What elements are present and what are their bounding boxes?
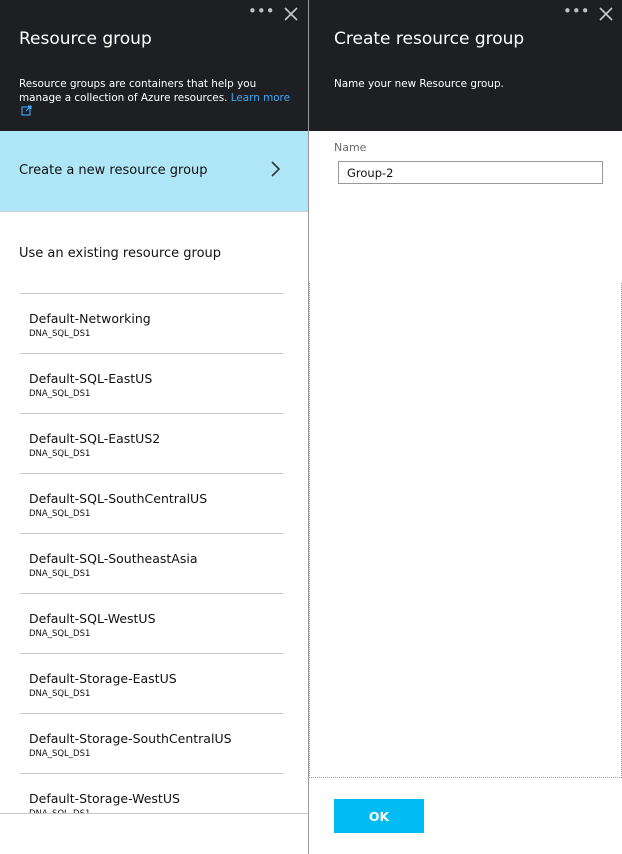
blade-description: Name your new Resource group. xyxy=(334,78,504,90)
resource-group-name-input[interactable] xyxy=(338,161,603,184)
resource-group-subscription: DNA_SQL_DS1 xyxy=(29,509,91,519)
resource-group-list: Default-Networking DNA_SQL_DS1 Default-SQL… xyxy=(20,293,283,813)
resource-group-name: Default-SQL-EastUS xyxy=(29,371,153,386)
resource-group-name: Default-Storage-EastUS xyxy=(29,671,177,686)
blade-content-area xyxy=(309,283,622,778)
close-icon xyxy=(599,7,613,21)
list-item[interactable]: Default-Storage-WestUSDNA_SQL_DS1 xyxy=(20,773,283,813)
more-options-button[interactable]: ••• xyxy=(563,4,590,22)
blade-description: Resource groups are containers that help… xyxy=(19,77,299,119)
create-new-label: Create a new resource group xyxy=(19,163,208,178)
resource-group-subscription: DNA_SQL_DS1 xyxy=(29,629,91,639)
more-options-button[interactable]: ••• xyxy=(248,4,275,22)
list-item[interactable]: Default-Storage-EastUS DNA_SQL_DS1 xyxy=(20,653,283,713)
resource-group-name: Default-Storage-WestUS xyxy=(29,791,180,806)
resource-group-name: Default-SQL-EastUS2 xyxy=(29,431,161,446)
blade-header: ••• Resource group Resource groups are c… xyxy=(0,0,308,131)
resource-group-name: Default-Networking xyxy=(29,311,151,326)
chevron-right-icon xyxy=(271,161,281,177)
create-resource-group-blade: ••• Create resource group Name your new … xyxy=(309,0,622,854)
close-button[interactable] xyxy=(283,6,301,22)
close-button[interactable] xyxy=(598,6,616,22)
use-existing-label: Use an existing resource group xyxy=(19,246,222,261)
list-item[interactable]: Default-Networking DNA_SQL_DS1 xyxy=(20,293,283,353)
name-field-label: Name xyxy=(334,141,367,154)
resource-group-blade: ••• Resource group Resource groups are c… xyxy=(0,0,308,854)
blade-header: ••• Create resource group Name your new … xyxy=(309,0,622,131)
ok-button[interactable]: OK xyxy=(334,799,424,833)
blade-title: Create resource group xyxy=(334,29,525,49)
list-item[interactable]: Default-SQL-EastUS2 DNA_SQL_DS1 xyxy=(20,413,283,473)
resource-group-subscription: DNA_SQL_DS1 xyxy=(29,389,91,399)
external-link-icon xyxy=(21,105,32,116)
ellipsis-icon: ••• xyxy=(248,2,275,20)
resource-group-subscription: DNA_SQL_DS1 xyxy=(29,749,91,759)
resource-group-subscription: DNA_SQL_DS1 xyxy=(29,689,91,699)
resource-group-subscription: DNA_SQL_DS1 xyxy=(29,329,91,339)
close-icon xyxy=(284,7,298,21)
blade-title: Resource group xyxy=(19,29,152,49)
list-item[interactable]: Default-SQL-EastUS DNA_SQL_DS1 xyxy=(20,353,283,413)
ellipsis-icon: ••• xyxy=(563,2,590,20)
resource-group-subscription: DNA_SQL_DS1 xyxy=(29,569,91,579)
list-item[interactable]: Default-Storage-SouthCentralUS DNA_SQL_DS… xyxy=(20,713,283,773)
resource-group-name: Default-SQL-WestUS xyxy=(29,611,156,626)
resource-group-name: Default-SQL-SoutheastAsia xyxy=(29,551,198,566)
create-new-resource-group-option[interactable]: Create a new resource group xyxy=(0,131,308,212)
resource-group-name: Default-SQL-SouthCentralUS xyxy=(29,491,208,506)
list-item[interactable]: Default-SQL-SouthCentralUS DNA_SQL_DS1 xyxy=(20,473,283,533)
divider xyxy=(0,813,308,814)
resource-group-subscription: DNA_SQL_DS1 xyxy=(29,449,91,459)
resource-group-name: Default-Storage-SouthCentralUS xyxy=(29,731,232,746)
list-item[interactable]: Default-SQL-SoutheastAsia DNA_SQL_DS1 xyxy=(20,533,283,593)
list-item[interactable]: Default-SQL-WestUS DNA_SQL_DS1 xyxy=(20,593,283,653)
